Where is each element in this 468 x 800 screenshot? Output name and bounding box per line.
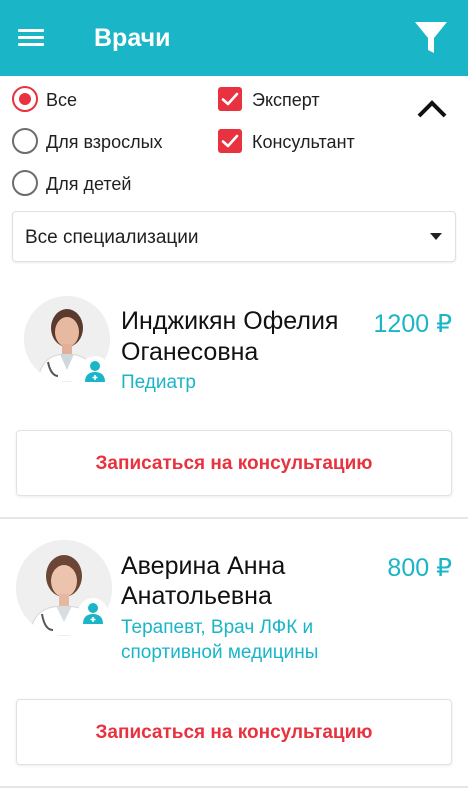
doctor-name-line1: Инджикян Офелия [121, 307, 339, 335]
radio-children-label: Для детей [46, 174, 132, 194]
checkbox-consultant[interactable] [218, 129, 242, 153]
specialization-select-value: Все специализации [25, 227, 199, 248]
doctor-price: 1200 ₽ [373, 310, 452, 338]
radio-adults-label: Для взрослых [46, 132, 163, 152]
dropdown-arrow-icon [430, 233, 442, 240]
book-consultation-button[interactable]: Записаться на консультацию [16, 699, 452, 765]
chevron-up-icon[interactable] [412, 92, 452, 124]
doctor-specialty: Педиатр [121, 372, 196, 393]
book-consultation-label: Записаться на консультацию [95, 722, 373, 743]
checkbox-expert-label: Эксперт [252, 90, 320, 110]
divider [0, 517, 468, 519]
doctor-badge-icon [80, 356, 110, 386]
page-title: Врачи [94, 24, 171, 52]
book-consultation-button[interactable]: Записаться на консультацию [16, 430, 452, 496]
book-consultation-label: Записаться на консультацию [95, 453, 373, 474]
checkmark-icon [221, 134, 239, 148]
checkbox-consultant-label: Консультант [252, 132, 355, 152]
menu-icon[interactable] [18, 27, 44, 49]
radio-all[interactable] [12, 86, 38, 112]
divider [0, 786, 468, 788]
app-bar: Врачи [0, 0, 468, 76]
checkbox-expert[interactable] [218, 87, 242, 111]
doctor-badge-icon [78, 598, 108, 628]
specialization-select[interactable]: Все специализации [12, 211, 456, 262]
doctor-specialty-line2: спортивной медицины [121, 642, 319, 663]
radio-all-label: Все [46, 90, 78, 110]
radio-children[interactable] [12, 170, 38, 196]
doctor-name-line2: Анатольевна [121, 582, 272, 610]
checkmark-icon [221, 92, 239, 106]
radio-adults[interactable] [12, 128, 38, 154]
doctor-name-line1: Аверина Анна [121, 552, 286, 580]
doctor-name-line2: Оганесовна [121, 338, 259, 366]
doctor-price: 800 ₽ [387, 554, 452, 582]
filter-icon[interactable] [412, 20, 450, 56]
doctor-specialty-line1: Терапевт, Врач ЛФК и [121, 617, 314, 638]
